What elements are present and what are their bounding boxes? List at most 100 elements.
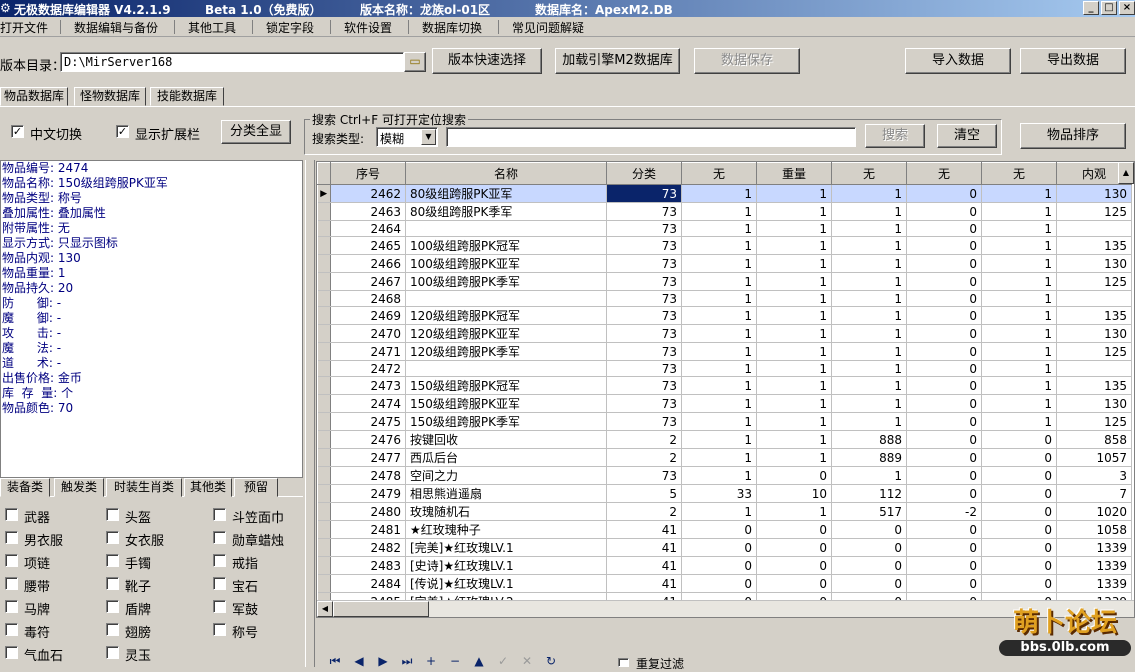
category-checkbox[interactable] (5, 600, 18, 613)
table-cell[interactable]: 1 (981, 202, 1057, 221)
row-indicator[interactable] (317, 556, 331, 575)
table-cell[interactable]: 2482 (330, 538, 406, 557)
insert-record-icon[interactable]: + (424, 655, 438, 667)
table-cell[interactable]: 2477 (330, 448, 406, 467)
refresh-icon[interactable]: ↻ (544, 655, 558, 667)
table-cell[interactable]: 玫瑰随机石 (405, 502, 607, 521)
table-cell[interactable]: 2473 (330, 376, 406, 395)
table-cell[interactable]: 1 (831, 202, 907, 221)
table-cell[interactable]: 0 (831, 574, 907, 593)
table-cell[interactable]: 2469 (330, 306, 406, 325)
menu-data-edit[interactable]: 数据编辑与备份 (74, 19, 158, 36)
table-cell[interactable]: ★红玫瑰种子 (405, 520, 607, 539)
table-cell[interactable]: 0 (681, 574, 757, 593)
row-indicator[interactable] (317, 412, 331, 431)
column-header[interactable]: 无 (831, 162, 907, 185)
row-indicator[interactable] (317, 376, 331, 395)
table-cell[interactable]: 0 (906, 342, 982, 361)
table-cell[interactable]: 73 (606, 184, 682, 203)
table-cell[interactable]: 2 (606, 430, 682, 449)
table-cell[interactable]: 1 (681, 342, 757, 361)
column-header[interactable]: 序号 (330, 162, 406, 185)
splitter[interactable] (305, 160, 315, 667)
table-cell[interactable]: 1 (981, 290, 1057, 307)
table-cell[interactable]: 1 (681, 290, 757, 307)
category-checkbox[interactable] (106, 646, 119, 659)
table-cell[interactable]: 1 (756, 184, 832, 203)
table-cell[interactable]: 0 (981, 556, 1057, 575)
table-cell[interactable]: 1 (831, 342, 907, 361)
category-checkbox[interactable] (213, 600, 226, 613)
table-cell[interactable]: 41 (606, 556, 682, 575)
table-cell[interactable]: 73 (606, 360, 682, 377)
table-cell[interactable]: 0 (906, 184, 982, 203)
load-m2-db-button[interactable]: 加载引擎M2数据库 (555, 48, 680, 74)
category-checkbox[interactable] (106, 554, 119, 567)
menu-settings[interactable]: 软件设置 (344, 19, 392, 36)
menu-other-tools[interactable]: 其他工具 (188, 19, 236, 36)
table-cell[interactable]: 1 (756, 202, 832, 221)
table-cell[interactable]: 73 (606, 394, 682, 413)
table-row[interactable]: 2484 [传说]★红玫瑰LV.1 41 0 0 0 0 0 1339 (317, 574, 1132, 593)
table-cell[interactable]: 41 (606, 538, 682, 557)
tab-item-db[interactable]: 物品数据库 (0, 87, 68, 106)
export-data-button[interactable]: 导出数据 (1020, 48, 1126, 74)
table-row[interactable]: 2469 120级组跨服PK冠军 73 1 1 1 0 1 135 (317, 306, 1132, 325)
table-cell[interactable]: 2472 (330, 360, 406, 377)
table-cell[interactable]: 2462 (330, 184, 406, 203)
table-cell[interactable]: 1 (756, 342, 832, 361)
table-cell[interactable]: 1 (681, 430, 757, 449)
table-row[interactable]: 2483 [史诗]★红玫瑰LV.1 41 0 0 0 0 0 1339 (317, 556, 1132, 575)
table-cell[interactable]: 1 (831, 272, 907, 291)
category-checkbox[interactable] (106, 623, 119, 636)
table-cell[interactable]: 0 (756, 466, 832, 485)
table-cell[interactable]: 73 (606, 306, 682, 325)
prior-record-icon[interactable]: ◀ (352, 655, 366, 667)
table-cell[interactable]: 1 (831, 466, 907, 485)
row-indicator[interactable] (317, 236, 331, 255)
category-checkbox[interactable] (5, 508, 18, 521)
table-cell[interactable]: 0 (906, 220, 982, 237)
save-data-button[interactable]: 数据保存 (694, 48, 800, 74)
category-checkbox[interactable] (213, 531, 226, 544)
table-cell[interactable]: 1 (756, 254, 832, 273)
table-cell[interactable]: 2483 (330, 556, 406, 575)
table-cell[interactable] (405, 290, 607, 307)
repeat-filter-checkbox[interactable] (618, 658, 629, 667)
category-checkbox[interactable] (5, 577, 18, 590)
table-cell[interactable]: 0 (681, 556, 757, 575)
table-cell[interactable]: 73 (606, 376, 682, 395)
table-cell[interactable]: 0 (756, 520, 832, 539)
import-data-button[interactable]: 导入数据 (905, 48, 1011, 74)
table-cell[interactable]: 1339 (1056, 574, 1132, 593)
row-indicator[interactable] (317, 538, 331, 557)
table-cell[interactable]: 2 (606, 448, 682, 467)
table-cell[interactable]: 1 (756, 306, 832, 325)
table-cell[interactable] (1056, 220, 1132, 237)
table-cell[interactable]: 2478 (330, 466, 406, 485)
table-cell[interactable]: 0 (981, 448, 1057, 467)
table-cell[interactable]: 1 (681, 466, 757, 485)
table-row[interactable]: 2475 150级组跨服PK季军 73 1 1 1 0 1 125 (317, 412, 1132, 431)
row-indicator[interactable] (317, 448, 331, 467)
table-row[interactable]: 2470 120级组跨服PK亚军 73 1 1 1 0 1 130 (317, 324, 1132, 343)
maximize-button[interactable]: □ (1101, 1, 1117, 15)
row-indicator[interactable] (317, 324, 331, 343)
row-indicator[interactable] (317, 306, 331, 325)
table-cell[interactable]: 1 (756, 394, 832, 413)
table-cell[interactable]: 1339 (1056, 538, 1132, 557)
table-cell[interactable]: 1 (981, 412, 1057, 431)
column-header[interactable]: 无 (906, 162, 982, 185)
table-cell[interactable]: 135 (1056, 306, 1132, 325)
column-header[interactable]: 重量 (756, 162, 832, 185)
chinese-switch-checkbox[interactable]: ✓ (11, 125, 24, 138)
quick-select-button[interactable]: 版本快速选择 (432, 48, 542, 74)
table-cell[interactable]: 1 (681, 376, 757, 395)
table-cell[interactable]: 2479 (330, 484, 406, 503)
show-all-categories-button[interactable]: 分类全显 (221, 120, 291, 144)
column-header[interactable]: 名称 (405, 162, 607, 185)
row-indicator[interactable] (317, 360, 331, 377)
category-checkbox[interactable] (213, 577, 226, 590)
table-cell[interactable]: 150级组跨服PK季军 (405, 412, 607, 431)
table-cell[interactable] (405, 360, 607, 377)
